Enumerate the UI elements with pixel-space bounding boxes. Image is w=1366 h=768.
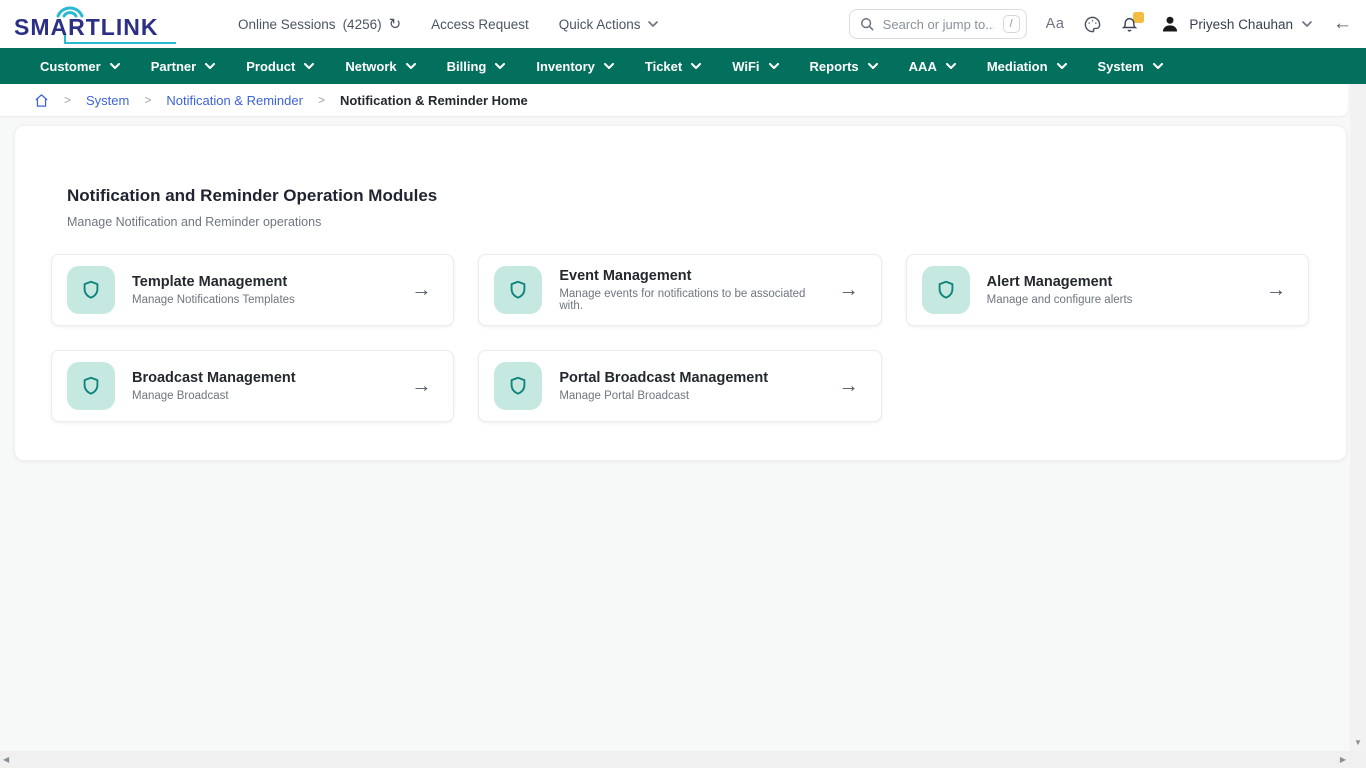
card-event-management[interactable]: Event Management Manage events for notif…	[478, 254, 881, 326]
nav-item-billing[interactable]: Billing	[447, 59, 506, 74]
chevron-down-icon	[304, 63, 314, 69]
nav-item-reports[interactable]: Reports	[810, 59, 878, 74]
shield-icon	[67, 362, 115, 410]
card-description: Manage and configure alerts	[987, 294, 1249, 306]
chevron-down-icon	[1057, 63, 1067, 69]
nav-item-system[interactable]: System	[1098, 59, 1163, 74]
home-icon[interactable]	[34, 93, 49, 108]
chevron-down-icon	[691, 63, 701, 69]
card-title: Event Management	[559, 268, 821, 284]
card-title: Alert Management	[987, 274, 1249, 290]
shield-icon	[67, 266, 115, 314]
chevron-down-icon	[205, 63, 215, 69]
search-shortcut-badge: /	[1003, 15, 1020, 33]
card-title: Broadcast Management	[132, 370, 394, 386]
card-title: Template Management	[132, 274, 394, 290]
card-description: Manage Portal Broadcast	[559, 390, 821, 402]
online-sessions-count: (4256)	[343, 17, 382, 32]
vertical-scrollbar[interactable]: ▼	[1350, 84, 1366, 751]
module-cards-grid: Template Management Manage Notifications…	[51, 254, 1309, 422]
card-description: Manage events for notifications to be as…	[559, 288, 821, 312]
arrow-right-icon: →	[839, 375, 859, 398]
online-sessions-label: Online Sessions	[238, 17, 336, 32]
scroll-down-arrow[interactable]: ▼	[1354, 739, 1362, 747]
chevron-down-icon	[495, 63, 505, 69]
notifications-bell-icon[interactable]	[1121, 14, 1141, 34]
scroll-left-arrow[interactable]: ◀	[3, 756, 9, 764]
breadcrumb-link-notification-reminder[interactable]: Notification & Reminder	[166, 93, 303, 108]
breadcrumb-separator: >	[318, 93, 325, 107]
main-navbar: Customer Partner Product Network Billing…	[0, 48, 1366, 84]
shield-icon	[922, 266, 970, 314]
arrow-right-icon: →	[839, 279, 859, 302]
chevron-down-icon	[604, 63, 614, 69]
chevron-down-icon	[110, 63, 120, 69]
breadcrumb-separator: >	[64, 93, 71, 107]
chevron-down-icon	[648, 21, 658, 27]
chevron-down-icon	[1302, 21, 1312, 27]
chevron-down-icon	[406, 63, 416, 69]
global-search: /	[849, 9, 1027, 39]
card-broadcast-management[interactable]: Broadcast Management Manage Broadcast →	[51, 350, 454, 422]
content-panel: Notification and Reminder Operation Modu…	[14, 125, 1347, 461]
logo-underline	[64, 35, 176, 44]
shield-icon	[494, 266, 542, 314]
quick-actions-menu[interactable]: Quick Actions	[559, 17, 658, 32]
breadcrumb-link-system[interactable]: System	[86, 93, 129, 108]
arrow-right-icon: →	[411, 375, 431, 398]
arrow-right-icon: →	[1266, 279, 1286, 302]
shield-icon	[494, 362, 542, 410]
nav-item-ticket[interactable]: Ticket	[645, 59, 701, 74]
smartlink-logo[interactable]: SMARTLINK	[12, 4, 180, 44]
refresh-icon[interactable]: ↻	[389, 15, 402, 33]
card-description: Manage Broadcast	[132, 390, 394, 402]
font-size-toggle[interactable]: Aa	[1046, 16, 1065, 32]
top-header: SMARTLINK Online Sessions (4256) ↻ Acces…	[0, 0, 1366, 48]
card-alert-management[interactable]: Alert Management Manage and configure al…	[906, 254, 1309, 326]
nav-item-partner[interactable]: Partner	[151, 59, 216, 74]
search-input[interactable]	[881, 16, 996, 33]
user-menu[interactable]: Priyesh Chauhan	[1160, 14, 1312, 34]
nav-item-customer[interactable]: Customer	[40, 59, 120, 74]
avatar	[1160, 14, 1180, 34]
theme-palette-icon[interactable]	[1083, 15, 1102, 34]
breadcrumb-separator: >	[144, 93, 151, 107]
nav-item-network[interactable]: Network	[345, 59, 415, 74]
breadcrumb: > System > Notification & Reminder > Not…	[0, 84, 1348, 116]
collapse-back-arrow[interactable]: ←	[1333, 13, 1352, 35]
horizontal-scrollbar[interactable]: ◀ ▶	[0, 751, 1366, 768]
nav-item-mediation[interactable]: Mediation	[987, 59, 1067, 74]
page-title: Notification and Reminder Operation Modu…	[67, 186, 1309, 206]
page-subtitle: Manage Notification and Reminder operati…	[67, 215, 1309, 229]
nav-item-product[interactable]: Product	[246, 59, 314, 74]
search-icon	[860, 17, 874, 31]
card-template-management[interactable]: Template Management Manage Notifications…	[51, 254, 454, 326]
card-description: Manage Notifications Templates	[132, 294, 394, 306]
chevron-down-icon	[769, 63, 779, 69]
user-name: Priyesh Chauhan	[1189, 17, 1293, 32]
card-portal-broadcast-management[interactable]: Portal Broadcast Management Manage Porta…	[478, 350, 881, 422]
nav-item-wifi[interactable]: WiFi	[732, 59, 778, 74]
arrow-right-icon: →	[411, 279, 431, 302]
card-title: Portal Broadcast Management	[559, 370, 821, 386]
breadcrumb-current-page: Notification & Reminder Home	[340, 93, 528, 108]
chevron-down-icon	[1153, 63, 1163, 69]
nav-item-aaa[interactable]: AAA	[909, 59, 956, 74]
access-request-link[interactable]: Access Request	[431, 17, 529, 32]
chevron-down-icon	[946, 63, 956, 69]
nav-item-inventory[interactable]: Inventory	[536, 59, 614, 74]
scroll-right-arrow[interactable]: ▶	[1340, 756, 1346, 764]
online-sessions[interactable]: Online Sessions (4256) ↻	[238, 15, 401, 33]
chevron-down-icon	[868, 63, 878, 69]
